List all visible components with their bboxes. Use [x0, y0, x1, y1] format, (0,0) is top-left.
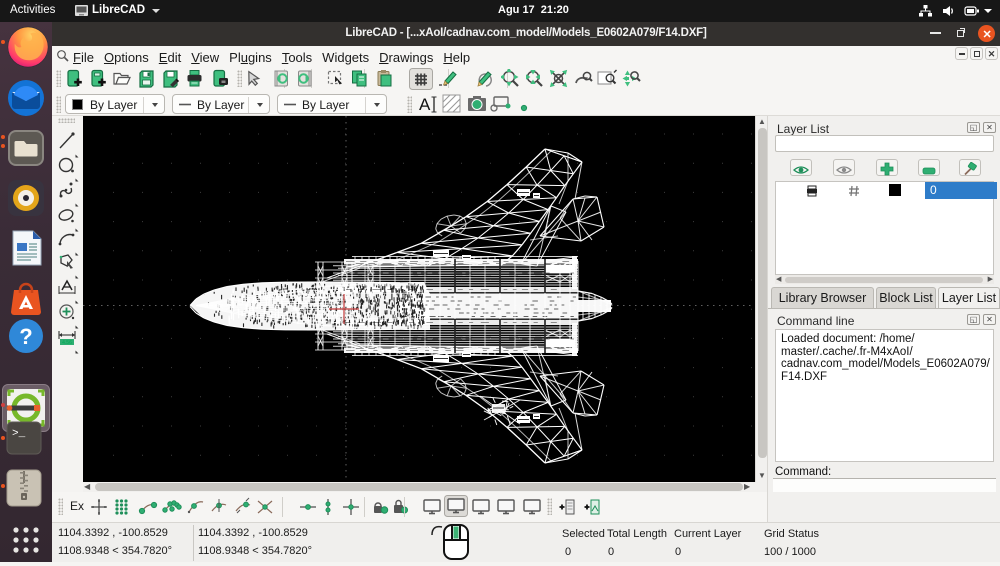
svg-text:>_: >_: [12, 428, 26, 440]
svg-text:A: A: [419, 95, 431, 114]
svg-text:?: ?: [19, 324, 32, 349]
svg-text:4.56: 4.56: [62, 340, 72, 346]
